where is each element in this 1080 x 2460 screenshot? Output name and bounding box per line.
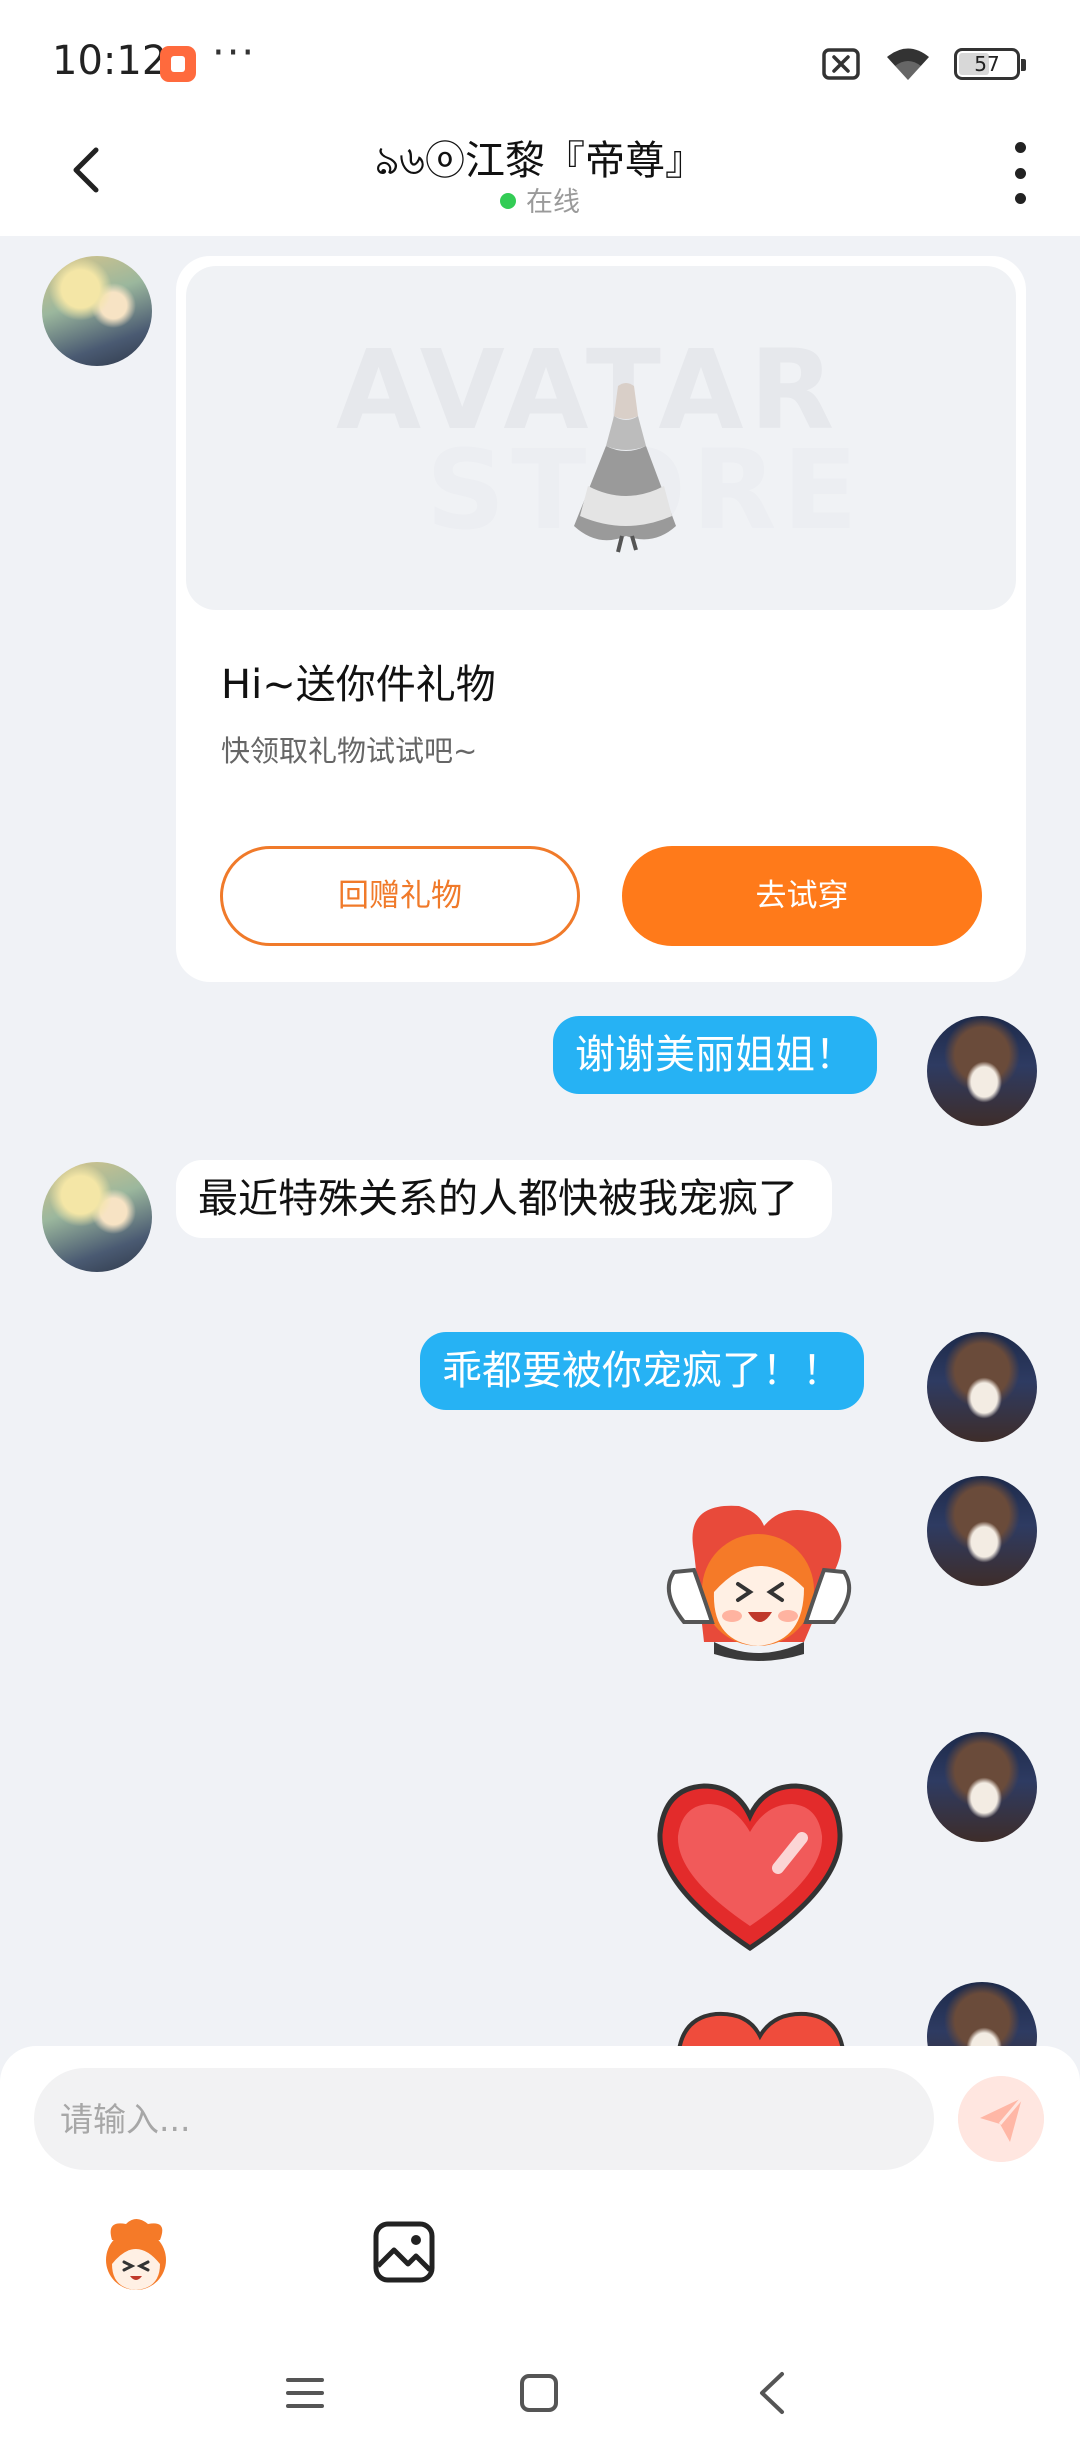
gift-card-title: Hi~送你件礼物: [221, 662, 496, 708]
wifi-icon: [887, 48, 929, 80]
outgoing-message-bubble[interactable]: 谢谢美丽姐姐！: [553, 1016, 877, 1094]
status-icons: 57: [822, 44, 1026, 84]
my-avatar[interactable]: [927, 1982, 1037, 2046]
online-status: 在线: [0, 180, 1080, 219]
gift-card-subtitle: 快领取礼物试试吧~: [221, 734, 478, 768]
more-vertical-icon[interactable]: [1008, 142, 1032, 204]
app-notification-icon: [160, 46, 196, 82]
battery-level: 57: [974, 52, 1000, 76]
my-avatar[interactable]: [927, 1732, 1037, 1842]
chat-header: ঌ৬ⓞ江黎『帝尊』 在线: [0, 120, 1080, 236]
home-icon[interactable]: [518, 2372, 560, 2414]
message-list[interactable]: AVATAR STORE Hi~送你件礼物 快领取礼物试试吧~ 回赠礼物 去试穿…: [0, 236, 1080, 2046]
try-on-button[interactable]: 去试穿: [622, 846, 982, 946]
battery-icon: 57: [954, 48, 1026, 80]
red-heart-sticker[interactable]: [652, 1776, 848, 1956]
close-box-icon: [822, 48, 860, 80]
contact-avatar[interactable]: [42, 1162, 152, 1272]
dress-item-image: [574, 383, 676, 553]
gift-card-message[interactable]: AVATAR STORE Hi~送你件礼物 快领取礼物试试吧~ 回赠礼物 去试穿: [176, 256, 1026, 982]
back-icon[interactable]: [752, 2370, 794, 2416]
red-heart-sticker[interactable]: [668, 2004, 848, 2046]
gift-preview-image[interactable]: AVATAR STORE: [186, 266, 1016, 610]
my-avatar[interactable]: [927, 1476, 1037, 1586]
system-nav-bar: [0, 2340, 1080, 2460]
status-time: 10:12: [52, 38, 168, 84]
status-bar: 10:12 ··· 57: [0, 0, 1080, 120]
send-icon[interactable]: [958, 2076, 1044, 2162]
emoji-sticker-icon[interactable]: [96, 2214, 176, 2294]
my-avatar[interactable]: [927, 1016, 1037, 1126]
return-gift-button[interactable]: 回赠礼物: [220, 846, 580, 946]
incoming-message-bubble[interactable]: 最近特殊关系的人都快被我宠疯了: [176, 1160, 832, 1238]
online-status-label: 在线: [526, 187, 580, 218]
menu-icon[interactable]: [284, 2372, 326, 2414]
message-input[interactable]: [34, 2068, 934, 2170]
contact-avatar[interactable]: [42, 256, 152, 366]
online-dot-icon: [500, 193, 516, 209]
my-avatar[interactable]: [927, 1332, 1037, 1442]
hug-character-sticker[interactable]: [654, 1492, 864, 1672]
outgoing-message-bubble[interactable]: 乖都要被你宠疯了！！: [420, 1332, 864, 1410]
image-icon[interactable]: [372, 2220, 436, 2284]
more-notifications-indicator: ···: [212, 30, 257, 76]
